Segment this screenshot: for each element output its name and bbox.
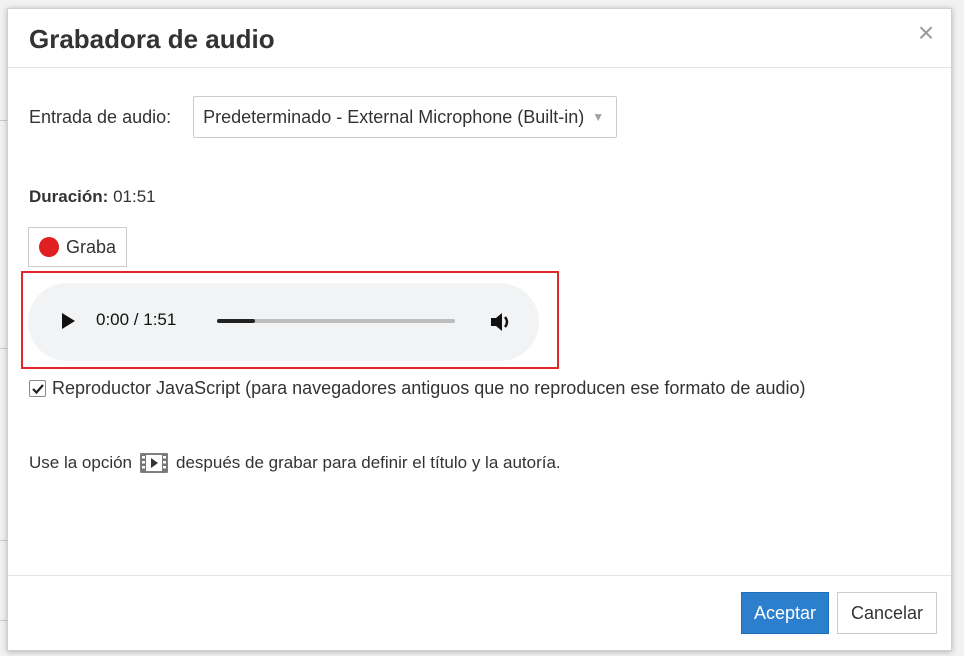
audio-recorder-dialog: Grabadora de audio × Entrada de audio: P… [7,8,952,651]
duration-display: Duración: 01:51 [29,187,156,207]
hint-text-after: después de grabar para definir el título… [176,453,561,472]
audio-input-selected-value: Predeterminado - External Microphone (Bu… [203,106,585,127]
play-icon[interactable] [62,313,75,329]
audio-input-row: Entrada de audio: Predeterminado - Exter… [29,96,618,138]
javascript-player-checkbox[interactable] [29,380,46,397]
javascript-player-option: Reproductor JavaScript (para navegadores… [29,378,805,399]
player-time: 0:00 / 1:51 [96,310,177,329]
audio-player: 0:00 / 1:51 [28,283,539,361]
accept-button[interactable]: Aceptar [741,592,829,634]
hint-text: Use la opción después de grabar para def… [29,452,561,474]
audio-input-select[interactable]: Predeterminado - External Microphone (Bu… [193,96,618,138]
hint-text-before: Use la opción [29,453,133,472]
close-icon[interactable]: × [915,19,937,47]
dialog-footer: Aceptar Cancelar [8,575,951,651]
media-properties-icon [140,453,168,473]
checkmark-icon [32,384,44,395]
dialog-header: Grabadora de audio × [8,9,951,68]
duration-value: 01:51 [113,187,156,206]
javascript-player-label: Reproductor JavaScript (para navegadores… [52,378,806,398]
audio-input-label: Entrada de audio: [29,106,172,127]
duration-label: Duración: [29,187,109,206]
record-button[interactable]: Graba [28,227,128,267]
cancel-button[interactable]: Cancelar [837,592,937,634]
player-progress-bar[interactable] [217,319,455,323]
dialog-title: Grabadora de audio [29,24,275,54]
record-button-label: Graba [66,236,117,257]
caret-down-icon: ▼ [592,110,605,124]
volume-icon[interactable] [489,310,515,334]
player-progress-fill [217,319,256,323]
record-icon [39,237,59,257]
